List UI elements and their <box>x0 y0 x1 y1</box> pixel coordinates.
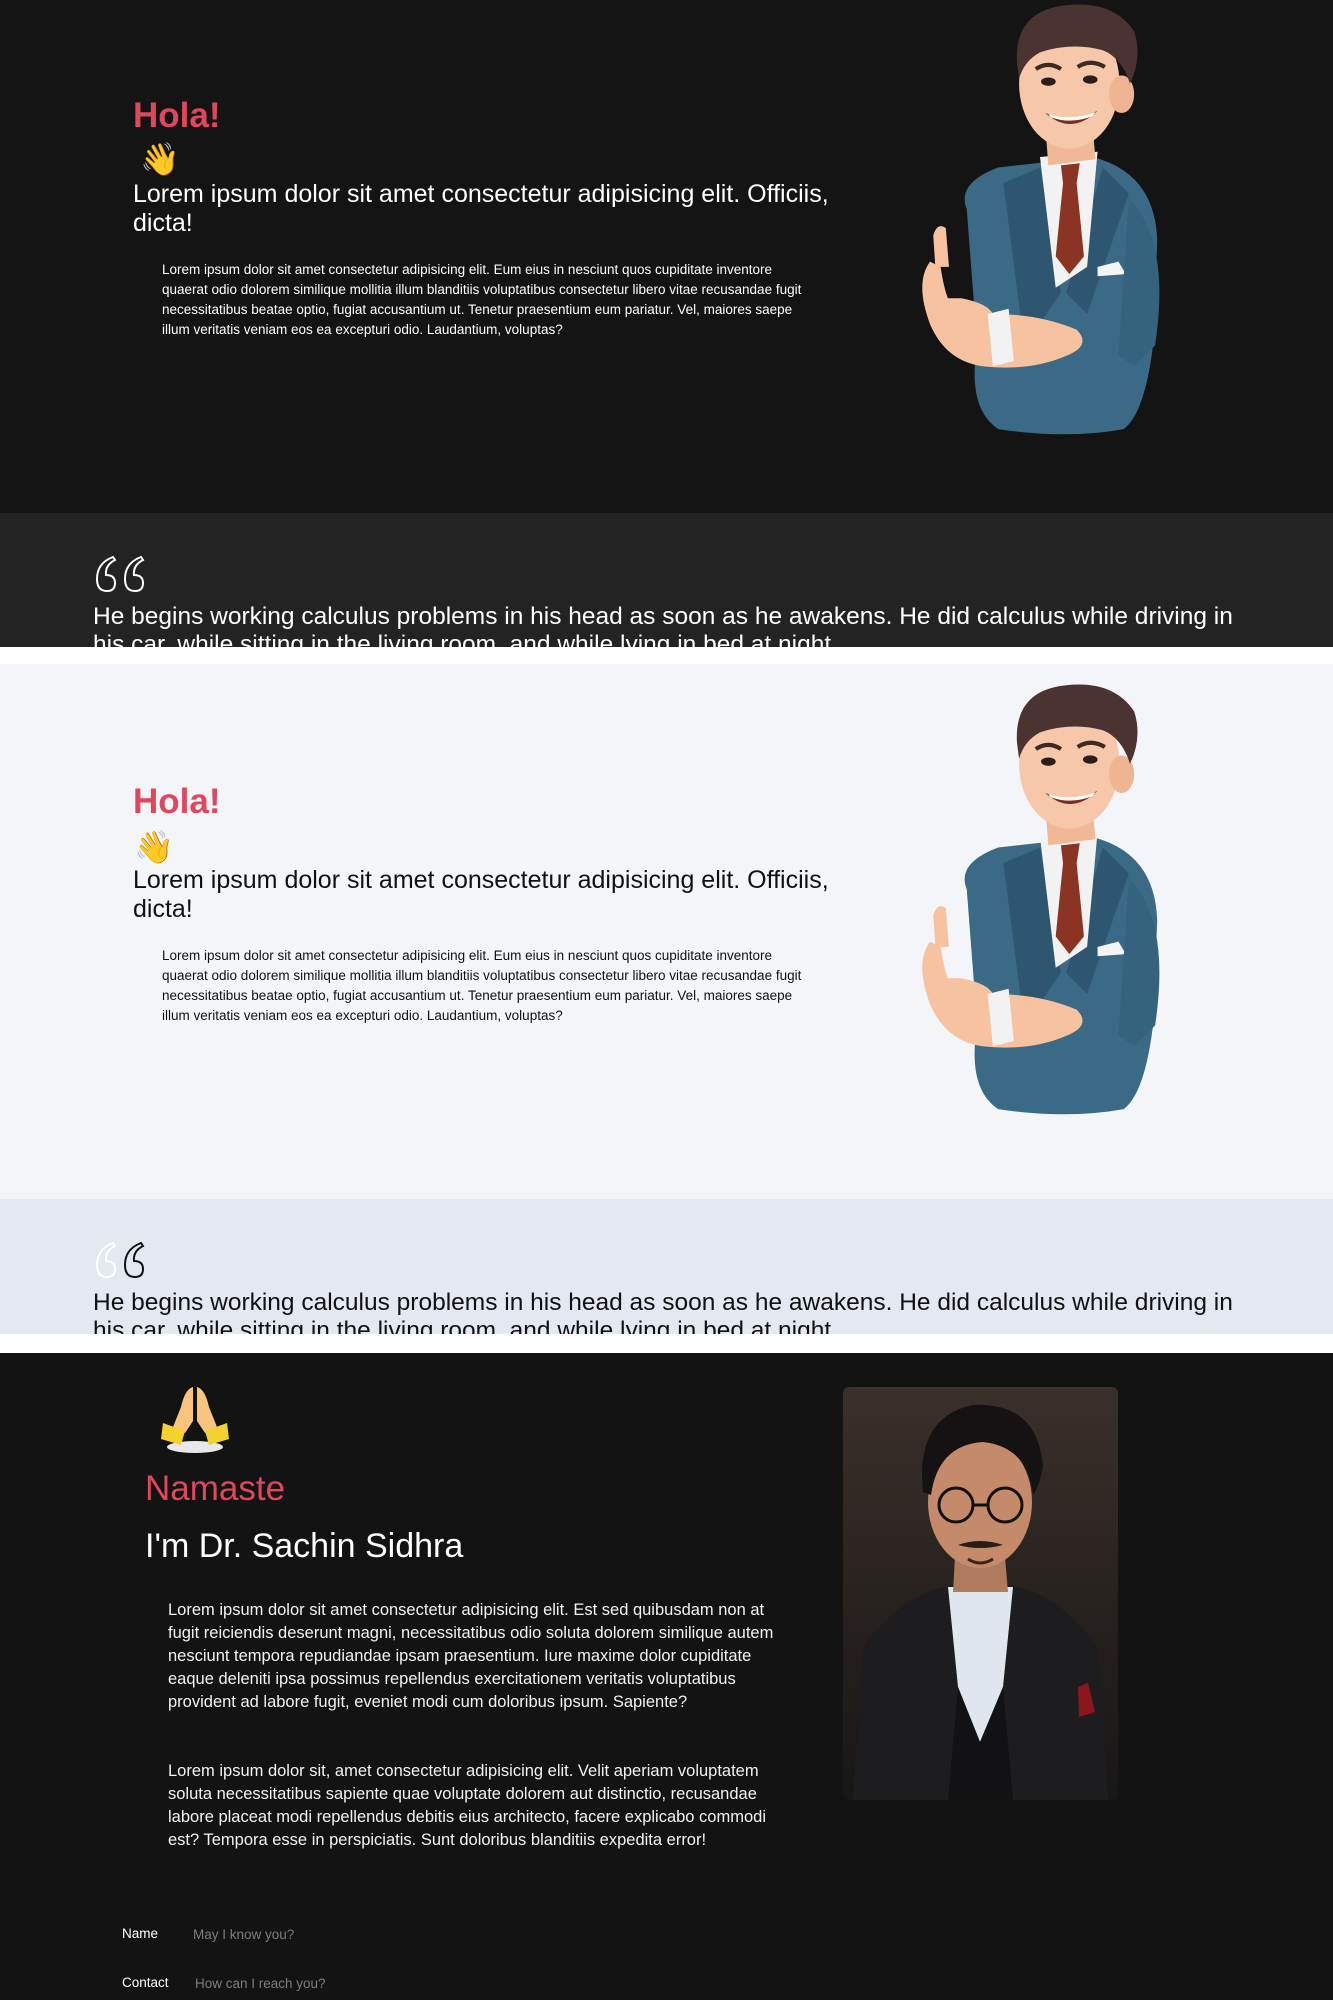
about-greeting: Namaste <box>145 1469 286 1508</box>
contact-input[interactable] <box>187 1972 503 1994</box>
contact-label: Contact <box>122 1975 169 1990</box>
about-section: Namaste I'm Dr. Sachin Sidhra Lorem ipsu… <box>0 1353 1333 2000</box>
hero-section-dark: Hola! 👋 Lorem ipsum dolor sit amet conse… <box>0 0 1333 513</box>
name-input[interactable] <box>185 1923 501 1945</box>
hero-greeting: Hola! <box>133 96 221 135</box>
quote-section-light: He begins working calculus problems in h… <box>0 1199 1333 1334</box>
waving-hand-icon: 👋 <box>134 829 174 865</box>
about-intro-heading: I'm Dr. Sachin Sidhra <box>145 1527 464 1565</box>
profile-photo <box>843 1387 1118 1800</box>
hero-paragraph: Lorem ipsum dolor sit amet consectetur a… <box>162 948 802 1023</box>
hero-headline: Lorem ipsum dolor sit amet consectetur a… <box>133 180 829 237</box>
hero-greeting: Hola! <box>133 782 221 821</box>
quote-mark-icon <box>95 1241 145 1279</box>
namaste-hands-icon <box>161 1387 229 1453</box>
name-label: Name <box>122 1926 159 1941</box>
quote-text: He begins working calculus problems in h… <box>93 1289 1233 1334</box>
hero-headline: Lorem ipsum dolor sit amet consectetur a… <box>133 866 829 923</box>
waving-hand-icon: 👋 <box>140 141 180 177</box>
hero-section-light: Hola! 👋 Lorem ipsum dolor sit amet conse… <box>0 664 1333 1199</box>
about-paragraph-2: Lorem ipsum dolor sit, amet consectetur … <box>168 1762 766 1849</box>
quote-section-dark: He begins working calculus problems in h… <box>0 513 1333 647</box>
hero-paragraph: Lorem ipsum dolor sit amet consectetur a… <box>162 262 802 337</box>
cartoon-businessman-illustration <box>880 680 1200 1130</box>
quote-text: He begins working calculus problems in h… <box>93 603 1233 647</box>
about-paragraph-1: Lorem ipsum dolor sit amet consectetur a… <box>168 1601 774 1711</box>
cartoon-businessman-illustration <box>880 0 1200 450</box>
quote-mark-icon <box>95 555 145 593</box>
